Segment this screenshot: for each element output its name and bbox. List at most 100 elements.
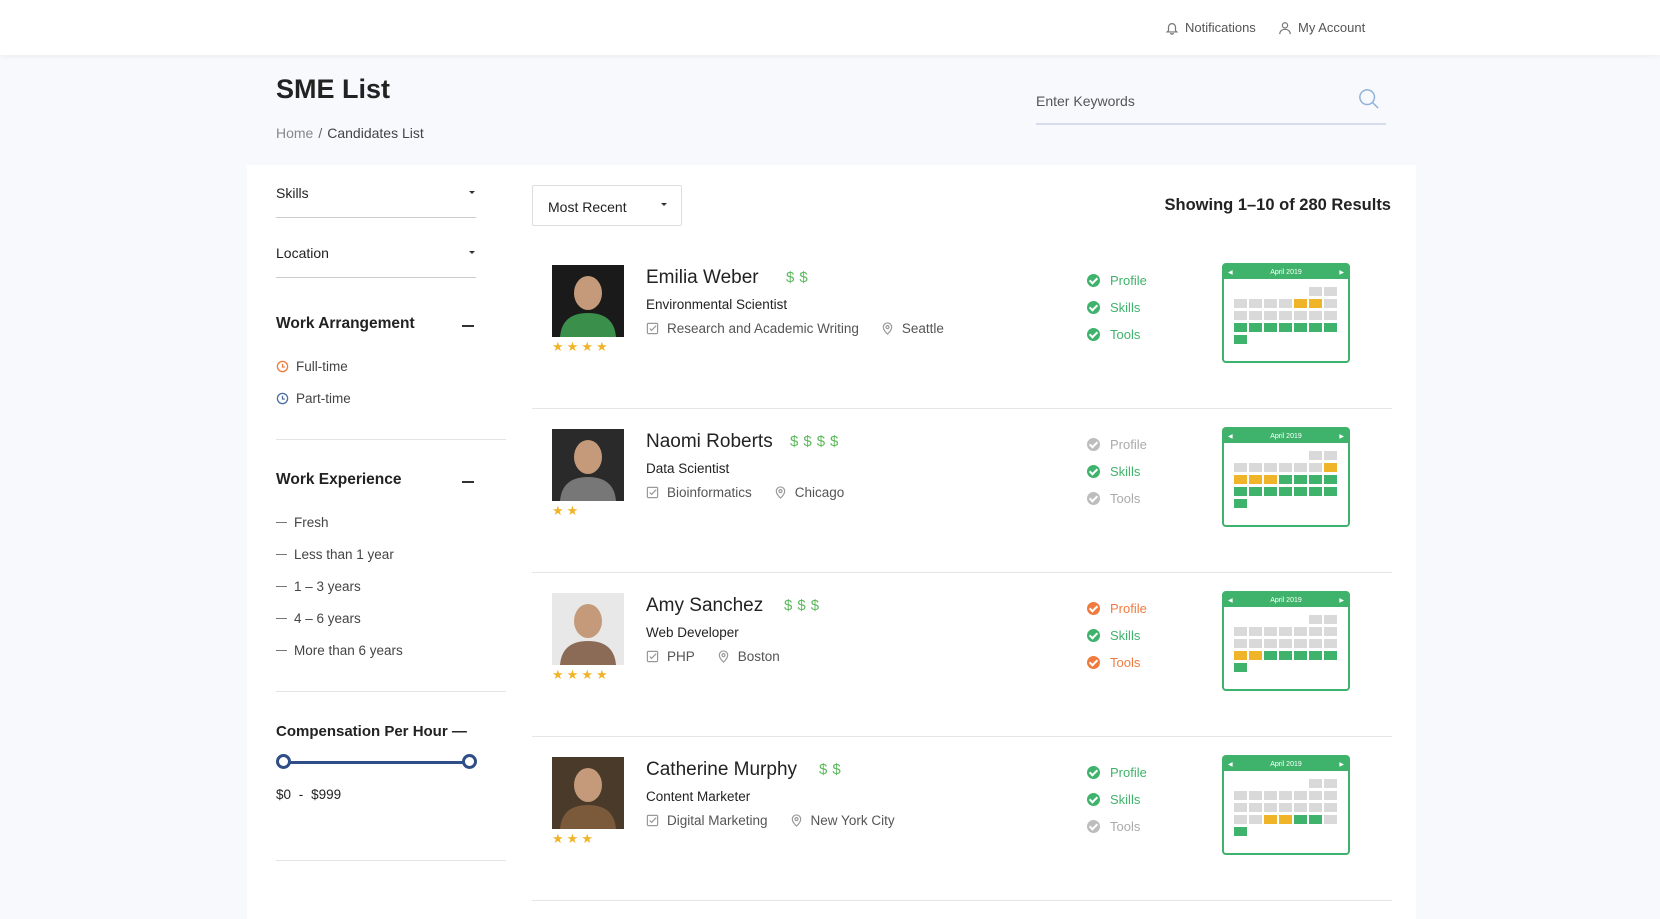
calendar-day[interactable] (1294, 299, 1307, 308)
calendar-day[interactable] (1234, 663, 1247, 672)
calendar-day[interactable] (1309, 803, 1322, 812)
calendar-day[interactable] (1234, 463, 1247, 472)
calendar-day[interactable] (1309, 299, 1322, 308)
calendar-day[interactable] (1249, 323, 1262, 332)
next-month-icon[interactable]: ▶ (1339, 433, 1344, 440)
availability-calendar[interactable]: ◀ April 2019 ▶ (1222, 263, 1350, 363)
calendar-day[interactable] (1234, 499, 1247, 508)
prev-month-icon[interactable]: ◀ (1228, 597, 1233, 604)
calendar-day[interactable] (1234, 827, 1247, 836)
calendar-day[interactable] (1309, 475, 1322, 484)
work-arrangement-option[interactable]: Full-time (276, 359, 348, 374)
calendar-day[interactable] (1264, 791, 1277, 800)
avatar[interactable] (552, 429, 624, 501)
breadcrumb-home[interactable]: Home (276, 125, 313, 141)
calendar-day[interactable] (1309, 615, 1322, 624)
calendar-day[interactable] (1294, 463, 1307, 472)
calendar-day[interactable] (1249, 651, 1262, 660)
calendar-day[interactable] (1294, 627, 1307, 636)
compensation-slider-track[interactable] (284, 761, 469, 764)
collapse-work-experience-icon[interactable] (462, 481, 474, 483)
calendar-day[interactable] (1264, 299, 1277, 308)
calendar-day[interactable] (1234, 791, 1247, 800)
next-month-icon[interactable]: ▶ (1339, 597, 1344, 604)
calendar-day[interactable] (1309, 451, 1322, 460)
work-experience-option[interactable]: Fresh (276, 515, 329, 530)
calendar-day[interactable] (1279, 311, 1292, 320)
candidate-card[interactable]: ★ ★ ★ Catherine Murphy $ $ Content Marketer Di… (532, 737, 1392, 901)
availability-calendar[interactable]: ◀ April 2019 ▶ (1222, 427, 1350, 527)
slider-max-handle[interactable] (462, 754, 477, 769)
calendar-day[interactable] (1279, 487, 1292, 496)
calendar-day[interactable] (1234, 335, 1247, 344)
calendar-day[interactable] (1249, 487, 1262, 496)
calendar-day[interactable] (1279, 639, 1292, 648)
prev-month-icon[interactable]: ◀ (1228, 269, 1233, 276)
candidate-name[interactable]: Amy Sanchez (646, 595, 763, 617)
calendar-day[interactable] (1324, 803, 1337, 812)
calendar-day[interactable] (1324, 639, 1337, 648)
calendar-day[interactable] (1324, 463, 1337, 472)
calendar-day[interactable] (1234, 475, 1247, 484)
avatar[interactable] (552, 757, 624, 829)
calendar-day[interactable] (1324, 323, 1337, 332)
calendar-day[interactable] (1324, 451, 1337, 460)
calendar-day[interactable] (1309, 323, 1322, 332)
calendar-day[interactable] (1324, 815, 1337, 824)
calendar-day[interactable] (1264, 639, 1277, 648)
calendar-day[interactable] (1234, 627, 1247, 636)
calendar-day[interactable] (1309, 779, 1322, 788)
calendar-day[interactable] (1234, 639, 1247, 648)
calendar-day[interactable] (1324, 791, 1337, 800)
search-input[interactable] (1036, 88, 1336, 113)
calendar-day[interactable] (1249, 627, 1262, 636)
calendar-day[interactable] (1234, 311, 1247, 320)
collapse-work-arrangement-icon[interactable] (462, 325, 474, 327)
calendar-day[interactable] (1279, 627, 1292, 636)
calendar-day[interactable] (1309, 311, 1322, 320)
calendar-day[interactable] (1279, 299, 1292, 308)
calendar-day[interactable] (1279, 815, 1292, 824)
calendar-day[interactable] (1249, 803, 1262, 812)
calendar-day[interactable] (1309, 639, 1322, 648)
calendar-day[interactable] (1249, 815, 1262, 824)
calendar-day[interactable] (1324, 651, 1337, 660)
calendar-day[interactable] (1294, 815, 1307, 824)
calendar-day[interactable] (1309, 791, 1322, 800)
calendar-day[interactable] (1234, 815, 1247, 824)
calendar-day[interactable] (1324, 311, 1337, 320)
calendar-day[interactable] (1264, 803, 1277, 812)
calendar-day[interactable] (1279, 803, 1292, 812)
calendar-day[interactable] (1309, 487, 1322, 496)
prev-month-icon[interactable]: ◀ (1228, 761, 1233, 768)
avatar[interactable] (552, 593, 624, 665)
calendar-day[interactable] (1324, 615, 1337, 624)
work-experience-option[interactable]: More than 6 years (276, 643, 403, 658)
candidate-card[interactable]: ★ ★ ★ ★ Emilia Weber $ $ Environmental Scientis… (532, 245, 1392, 409)
calendar-day[interactable] (1234, 323, 1247, 332)
calendar-day[interactable] (1264, 311, 1277, 320)
calendar-day[interactable] (1279, 475, 1292, 484)
my-account-link[interactable]: My Account (1278, 20, 1365, 35)
prev-month-icon[interactable]: ◀ (1228, 433, 1233, 440)
candidate-card[interactable]: ★ ★ ★ ★ Amy Sanchez $ $ $ Web Developer PHP Bost… (532, 573, 1392, 737)
candidate-name[interactable]: Emilia Weber (646, 267, 759, 289)
calendar-day[interactable] (1294, 639, 1307, 648)
calendar-day[interactable] (1264, 815, 1277, 824)
calendar-day[interactable] (1234, 299, 1247, 308)
calendar-day[interactable] (1309, 463, 1322, 472)
candidate-card[interactable]: ★ ★ Naomi Roberts $ $ $ $ Data Scientist Bioinf… (532, 409, 1392, 573)
calendar-day[interactable] (1264, 463, 1277, 472)
next-month-icon[interactable]: ▶ (1339, 269, 1344, 276)
calendar-day[interactable] (1324, 627, 1337, 636)
calendar-day[interactable] (1279, 791, 1292, 800)
calendar-day[interactable] (1249, 791, 1262, 800)
calendar-day[interactable] (1264, 651, 1277, 660)
calendar-day[interactable] (1279, 323, 1292, 332)
calendar-day[interactable] (1249, 639, 1262, 648)
calendar-day[interactable] (1324, 287, 1337, 296)
search-icon[interactable] (1358, 88, 1380, 110)
calendar-day[interactable] (1249, 475, 1262, 484)
calendar-day[interactable] (1324, 475, 1337, 484)
calendar-day[interactable] (1309, 287, 1322, 296)
